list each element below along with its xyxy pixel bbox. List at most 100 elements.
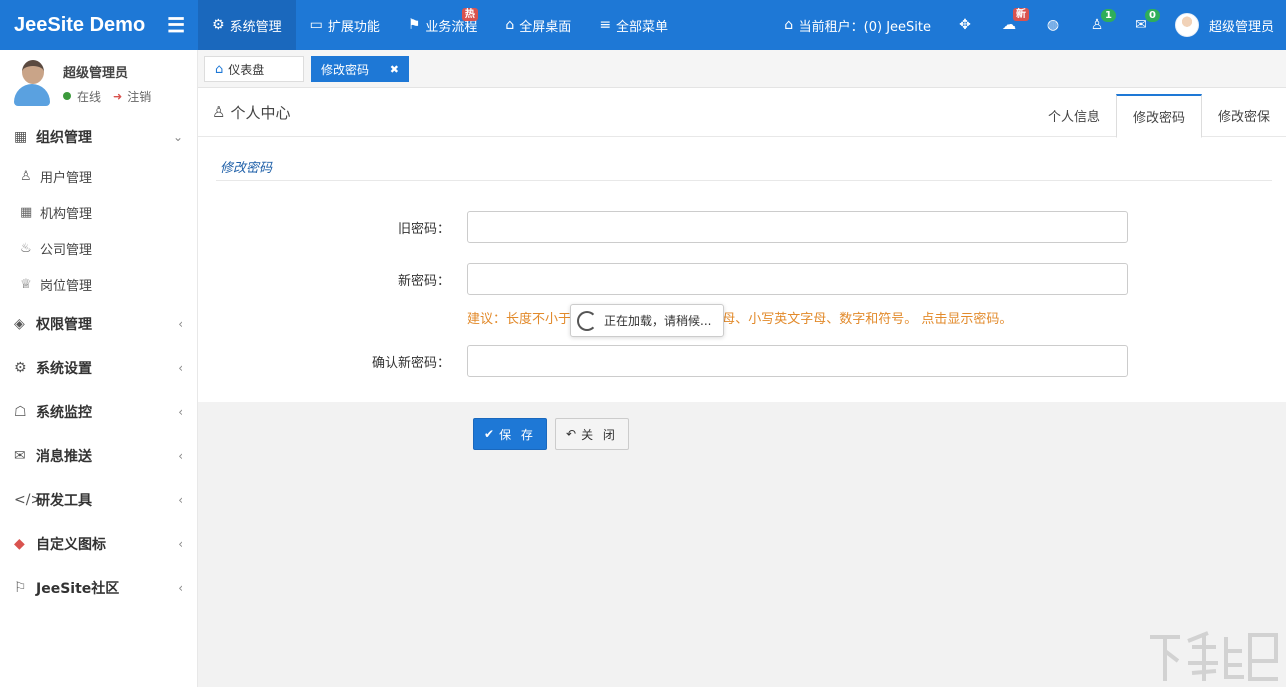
- trophy-icon: ♕: [20, 277, 40, 292]
- sidebar-group-community[interactable]: ⚐JeeSite社区 ‹: [0, 566, 197, 610]
- top-nav-system[interactable]: ⚙ 系统管理: [198, 0, 296, 50]
- mail-count-badge: 0: [1145, 9, 1160, 22]
- close-icon[interactable]: ✖: [390, 63, 399, 76]
- confirm-password-row: 确认新密码：: [198, 345, 1286, 377]
- chevron-left-icon: ‹: [178, 361, 183, 375]
- messages-button[interactable]: ✉ 0: [1119, 0, 1163, 50]
- sidebar-item-label: 岗位管理: [40, 275, 92, 294]
- spinner-icon: [577, 311, 597, 331]
- chevron-left-icon: ‹: [178, 405, 183, 419]
- menu-toggle-icon[interactable]: ☰: [167, 13, 185, 38]
- old-password-input[interactable]: [467, 211, 1128, 243]
- top-nav: ⚙ 系统管理 ▭ 扩展功能 ⚑ 业务流程 热 ⌂ 全屏桌面 ≡ 全部菜单: [198, 0, 682, 50]
- tab-dashboard[interactable]: ⌂ 仪表盘: [204, 56, 304, 82]
- sidebar-group-label: 系统监控: [36, 402, 92, 422]
- sidebar-group-org[interactable]: ▦组织管理 ⌄: [0, 116, 197, 158]
- top-nav-all-menu[interactable]: ≡ 全部菜单: [585, 0, 682, 50]
- tab-personal-info[interactable]: 个人信息: [1032, 94, 1116, 137]
- sidebar-item-users[interactable]: ♙用户管理: [0, 158, 197, 194]
- layers-icon: ◈: [14, 316, 36, 332]
- loading-text: 正在加载，请稍候...: [604, 312, 711, 329]
- top-right-nav: ⌂ 当前租户：(0) JeeSite ✥ ☁ 新 ◍ ♙ 1 ✉ 0 超级管理员: [767, 0, 1286, 50]
- confirm-password-input[interactable]: [467, 345, 1128, 377]
- chevron-down-icon: ⌄: [173, 130, 183, 144]
- sidebar-group-messages[interactable]: ✉消息推送 ‹: [0, 434, 197, 478]
- chevron-left-icon: ‹: [178, 317, 183, 331]
- top-nav-workflow[interactable]: ⚑ 业务流程 热: [394, 0, 492, 50]
- tab-change-password-inner[interactable]: 修改密码: [1116, 94, 1202, 138]
- profile-tabs: 个人信息 修改密码 修改密保: [1032, 94, 1286, 137]
- fullscreen-button[interactable]: ✥: [943, 0, 987, 50]
- top-nav-label: 扩展功能: [328, 16, 380, 35]
- user-menu[interactable]: 超级管理员: [1163, 0, 1286, 50]
- sidebar-group-permissions[interactable]: ◈权限管理 ‹: [0, 302, 197, 346]
- notification-button[interactable]: ☁ 新: [987, 0, 1031, 50]
- new-password-input[interactable]: [467, 263, 1128, 295]
- sidebar-group-settings[interactable]: ⚙系统设置 ‹: [0, 346, 197, 390]
- form-actions: ✔ 保 存 ↶ 关 闭: [473, 418, 629, 450]
- gear-icon: ⚙: [14, 360, 36, 376]
- logout-link[interactable]: 注销: [127, 88, 151, 105]
- flag-icon: ⚑: [408, 17, 421, 33]
- status-label: 在线: [77, 88, 101, 105]
- avatar[interactable]: [12, 60, 50, 106]
- grid-icon: ▦: [14, 129, 36, 145]
- loading-overlay: 正在加载，请稍候...: [570, 304, 724, 337]
- chevron-left-icon: ‹: [178, 493, 183, 507]
- old-password-row: 旧密码：: [198, 211, 1286, 243]
- user-info: 超级管理员 在线 ➜ 注销: [63, 62, 151, 105]
- bird-icon: ◆: [14, 536, 36, 552]
- home-icon: ⌂: [779, 17, 799, 33]
- brand[interactable]: JeeSite Demo ☰: [0, 0, 198, 50]
- sidebar-item-offices[interactable]: ▦机构管理: [0, 194, 197, 230]
- sidebar: 超级管理员 在线 ➜ 注销 ▦组织管理 ⌄ ♙用户管理 ▦机构管理 ♨公司管理 …: [0, 50, 198, 687]
- top-nav-extension[interactable]: ▭ 扩展功能: [296, 0, 394, 50]
- top-nav-label: 全部菜单: [616, 16, 668, 35]
- confirm-password-label: 确认新密码：: [372, 352, 450, 371]
- sidebar-group-devtools[interactable]: </>研发工具 ‹: [0, 478, 197, 522]
- password-hint[interactable]: 建议：长度不小于8位，并且包含大写英文字母、小写英文字母、数字和符号。 点击显示…: [467, 308, 1012, 327]
- watermark-logo: [1146, 627, 1282, 685]
- new-badge: 新: [1013, 8, 1029, 21]
- sidebar-group-label: 权限管理: [36, 314, 92, 334]
- top-nav-label: 全屏桌面: [519, 16, 571, 35]
- tab-change-password[interactable]: 修改密码 ✖: [311, 56, 409, 82]
- sidebar-group-label: 自定义图标: [36, 534, 106, 554]
- hot-badge: 热: [462, 8, 478, 21]
- top-nav-label: 系统管理: [230, 16, 282, 35]
- sidebar-item-posts[interactable]: ♕岗位管理: [0, 266, 197, 302]
- tab-security-question[interactable]: 修改密保: [1202, 94, 1286, 137]
- chevron-left-icon: ‹: [178, 537, 183, 551]
- sidebar-group-label: 消息推送: [36, 446, 92, 466]
- new-password-row: 新密码：: [198, 263, 1286, 295]
- new-password-label: 新密码：: [398, 270, 450, 289]
- avatar-head: [22, 60, 44, 84]
- close-label: 关 闭: [581, 426, 618, 443]
- user-name: 超级管理员: [1209, 16, 1274, 35]
- sidebar-group-label: 系统设置: [36, 358, 92, 378]
- gear-icon: ⚙: [212, 17, 225, 33]
- close-button[interactable]: ↶ 关 闭: [555, 418, 629, 450]
- avatar: [1175, 13, 1199, 37]
- user-status: 在线 ➜ 注销: [63, 88, 151, 105]
- chevron-left-icon: ‹: [178, 449, 183, 463]
- ghost-icon: ☖: [14, 404, 36, 420]
- online-users-button[interactable]: ♙ 1: [1075, 0, 1119, 50]
- page-title: 个人中心: [230, 102, 290, 123]
- tenant-switch[interactable]: ⌂ 当前租户：(0) JeeSite: [767, 0, 943, 50]
- user-panel: 超级管理员 在线 ➜ 注销: [0, 50, 197, 116]
- users-count-badge: 1: [1101, 9, 1116, 22]
- sidebar-group-label: JeeSite社区: [36, 578, 119, 598]
- save-button[interactable]: ✔ 保 存: [473, 418, 547, 450]
- top-nav-fullscreen-desktop[interactable]: ⌂ 全屏桌面: [491, 0, 585, 50]
- fire-icon: ♨: [20, 241, 40, 256]
- sidebar-item-companies[interactable]: ♨公司管理: [0, 230, 197, 266]
- sidebar-group-monitor[interactable]: ☖系统监控 ‹: [0, 390, 197, 434]
- grid-icon: ▦: [20, 205, 40, 220]
- sidebar-group-custom-icons[interactable]: ◆自定义图标 ‹: [0, 522, 197, 566]
- top-bar: JeeSite Demo ☰ ⚙ 系统管理 ▭ 扩展功能 ⚑ 业务流程 热 ⌂ …: [0, 0, 1286, 50]
- brand-title: JeeSite Demo: [14, 14, 145, 37]
- language-button[interactable]: ◍: [1031, 0, 1075, 50]
- user-icon: ♙: [20, 169, 40, 184]
- sidebar-user-name: 超级管理员: [63, 62, 151, 81]
